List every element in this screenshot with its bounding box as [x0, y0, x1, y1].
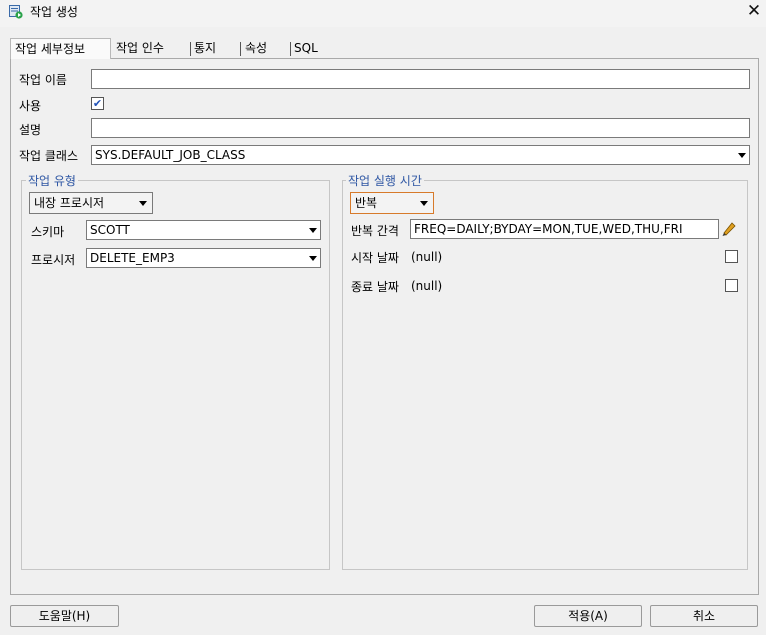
chevron-down-icon — [420, 201, 428, 206]
interval-label: 반복 간격 — [351, 224, 399, 238]
tab-job-arguments[interactable]: 작업 인수 — [116, 38, 164, 58]
schema-label: 스키마 — [31, 225, 65, 239]
description-label: 설명 — [19, 123, 42, 137]
job-name-input[interactable] — [91, 69, 750, 89]
job-type-dropdown[interactable]: 내장 프로시저 — [29, 192, 153, 214]
title-bar — [0, 0, 766, 27]
tab-separator — [240, 42, 241, 56]
start-date-checkbox[interactable] — [725, 250, 738, 263]
window-title: 작업 생성 — [30, 5, 78, 19]
job-type-value: 내장 프로시저 — [34, 196, 105, 210]
job-class-select[interactable]: SYS.DEFAULT_JOB_CLASS — [91, 145, 750, 165]
tab-notification[interactable]: 통지 — [194, 38, 216, 58]
schedule-mode-value: 반복 — [355, 196, 378, 210]
tab-sql[interactable]: SQL — [294, 38, 318, 58]
check-icon: ✔ — [92, 97, 103, 110]
apply-button[interactable]: 적용(A) — [534, 605, 642, 627]
start-date-value: (null) — [411, 250, 443, 264]
schema-select[interactable]: SCOTT — [86, 220, 321, 240]
end-date-label: 종료 날짜 — [351, 280, 399, 294]
close-icon[interactable]: ✕ — [744, 1, 764, 21]
end-date-value: (null) — [411, 279, 443, 293]
chevron-down-icon — [139, 201, 147, 206]
description-input[interactable] — [91, 118, 750, 138]
tab-separator — [290, 42, 291, 56]
tab-properties[interactable]: 속성 — [245, 38, 267, 58]
job-name-label: 작업 이름 — [19, 73, 67, 87]
procedure-label: 프로시저 — [31, 253, 76, 267]
schedule-legend: 작업 실행 시간 — [346, 172, 424, 189]
schema-value: SCOTT — [90, 223, 130, 237]
job-class-value: SYS.DEFAULT_JOB_CLASS — [95, 148, 246, 162]
enabled-checkbox[interactable]: ✔ — [91, 97, 104, 110]
interval-input[interactable]: FREQ=DAILY;BYDAY=MON,TUE,WED,THU,FRI — [410, 219, 719, 239]
chevron-down-icon — [309, 256, 317, 261]
chevron-down-icon — [309, 228, 317, 233]
job-type-legend: 작업 유형 — [26, 172, 78, 189]
start-date-label: 시작 날짜 — [351, 251, 399, 265]
tab-job-details[interactable]: 작업 세부정보 — [10, 38, 111, 59]
schedule-mode-dropdown[interactable]: 반복 — [350, 192, 434, 214]
help-button[interactable]: 도움말(H) — [10, 605, 119, 627]
chevron-down-icon — [738, 153, 746, 158]
end-date-checkbox[interactable] — [725, 279, 738, 292]
pencil-icon[interactable] — [721, 221, 737, 237]
job-class-label: 작업 클래스 — [19, 149, 79, 163]
enabled-label: 사용 — [19, 99, 42, 113]
tab-separator — [190, 42, 191, 56]
cancel-button[interactable]: 취소 — [650, 605, 758, 627]
procedure-select[interactable]: DELETE_EMP3 — [86, 248, 321, 268]
job-icon — [9, 5, 23, 19]
procedure-value: DELETE_EMP3 — [90, 251, 175, 265]
